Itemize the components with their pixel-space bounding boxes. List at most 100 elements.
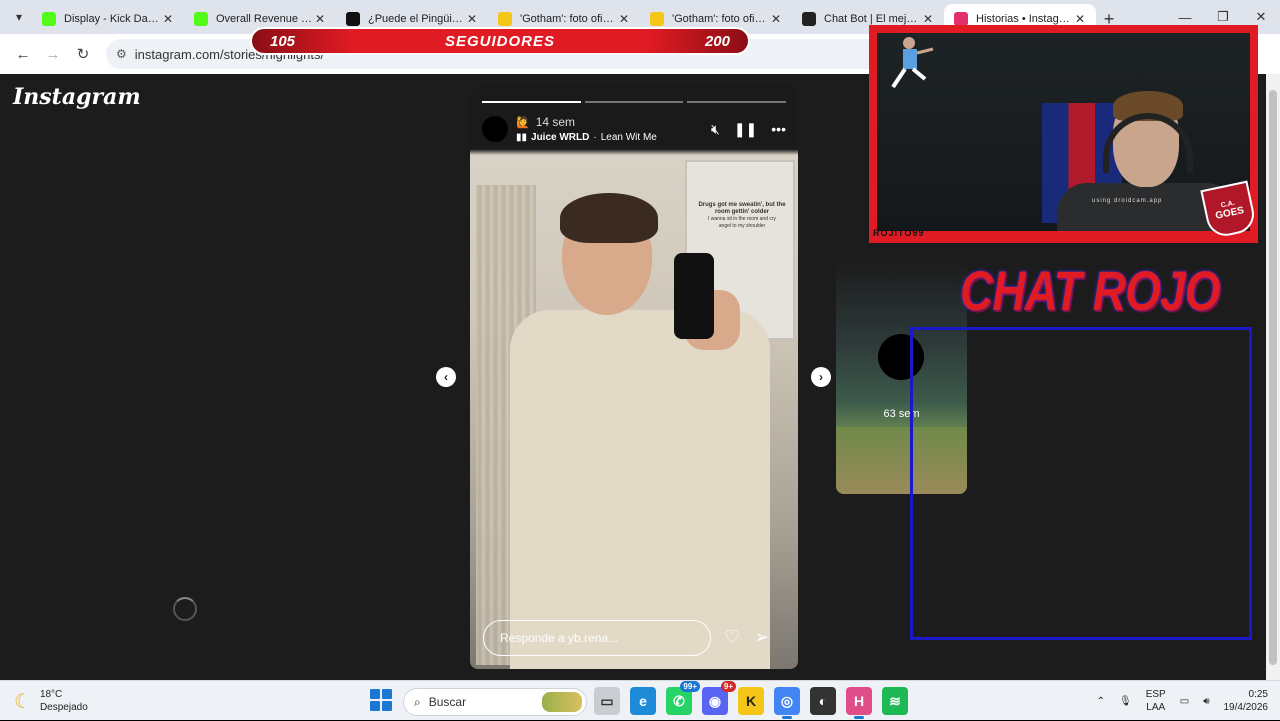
windows-start-icon[interactable] [370,689,392,711]
language-indicator[interactable]: ESP LAA [1146,688,1166,714]
discord-icon[interactable]: ◉ 9+ [702,681,736,715]
followers-goal: 200 [704,32,730,50]
weather-temp: 18°C [39,689,63,700]
music-bars-icon: ▮▮ [516,132,528,143]
story-avatar[interactable] [482,116,508,142]
tab-title: Overall Revenue - Ki [216,13,312,25]
botrix-icon [802,12,816,26]
followers-goal-banner: 105 SEGUIDORES 200 [250,27,750,55]
story-header: 🙋 14 sem ▮▮ Juice WRLD · Lean Wit Me 🔇︎ … [482,114,786,144]
story-time: 14 sem [535,115,576,129]
forward-icon[interactable]: → [38,39,68,69]
app-k-icon[interactable]: K [738,687,764,715]
weather-desc: Despejado [39,702,88,713]
share-send-icon[interactable]: ➢ [754,627,769,648]
discord-badge: 9+ [720,681,736,692]
more-options-icon[interactable]: ••• [771,121,786,137]
reload-icon[interactable]: ↻ [68,39,98,69]
close-tab-icon[interactable]: ✕ [312,12,328,26]
chat-title: CHAT ROJO [960,259,1220,322]
tab-title: 'Gotham': foto oficial [520,13,616,25]
system-tray: ⌃ 🎙︎ ESP LAA ▭ 🔊︎ 0:25 19/4/2026 [1097,681,1280,721]
close-tab-icon[interactable]: ✕ [464,12,480,26]
search-placeholder: Buscar [428,695,467,709]
next-story-button[interactable]: › [811,367,831,387]
instagram-logo[interactable]: Instagram [13,84,141,110]
cam-watermark: using droidcam.app [1092,198,1163,204]
close-tab-icon[interactable]: ✕ [160,12,176,26]
whatsapp-badge: 99+ [680,681,700,692]
previous-story-button[interactable]: ‹ [436,367,456,387]
tab-title: Historias • Instagram [976,13,1072,25]
story-emoji: 🙋 [516,116,530,129]
obs-icon[interactable]: ◐ [810,687,836,715]
cabinet-sticker-line-1: Drugs got me sweatin', but the room gett… [698,202,786,215]
search-icon: ⌕ [414,694,421,709]
followers-label: SEGUIDORES [444,32,556,50]
scrollbar-thumb[interactable] [1269,90,1277,665]
progress-segment [482,101,581,103]
network-icon[interactable]: ▭ [1180,696,1189,707]
story-viewer[interactable]: Drugs got me sweatin', but the room gett… [470,85,798,669]
like-heart-icon[interactable]: ♡ [724,627,740,648]
lang-secondary: LAA [1146,702,1166,713]
volume-icon[interactable]: 🔊︎ [1203,696,1209,707]
windows-taskbar: ☾ 18°C Despejado ⌕ Buscar ▭ e ✆ 99+ ◉ 9+ K… [0,680,1280,720]
phone [674,253,714,339]
music-song: Lean Wit Me [600,132,657,143]
reply-input[interactable]: Responde a yb.rena... [483,620,711,656]
cabinet-sticker-line-3: angel to my shoulder [718,223,766,229]
tab-title: Chat Bot | El mejor s [824,13,920,25]
person-shirt [510,310,770,669]
task-view-icon[interactable]: ▭ [594,687,620,715]
tab-title: Display - Kick Dashb [64,13,160,25]
kick-icon [194,12,208,26]
story-progress [482,101,787,103]
star-icon [498,12,512,26]
instagram-icon [954,12,968,26]
webcam-frame: using droidcam.app ROJITO99 C.A. GOES [869,25,1258,243]
kick-icon [42,12,56,26]
mute-icon[interactable]: 🔇︎ [711,121,720,138]
chat-box [910,327,1252,640]
taskbar-search[interactable]: ⌕ Buscar [403,688,587,716]
edge-icon[interactable]: e [630,687,656,715]
clock-time: 0:25 [1248,689,1268,700]
progress-segment [584,101,684,103]
app-h-icon[interactable]: H [846,687,872,719]
moon-icon: ☾ [14,690,32,713]
screenrant-icon [346,12,360,26]
badge-line-2: GOES [1214,205,1246,222]
microphone-icon[interactable]: 🎙︎ [1119,696,1132,707]
person-hair [560,193,658,243]
system-clock[interactable]: 0:25 19/4/2026 [1224,688,1269,714]
player-figure-icon [891,37,934,89]
back-icon[interactable]: ← [8,39,38,69]
story-music[interactable]: ▮▮ Juice WRLD · Lean Wit Me [516,132,711,143]
close-tab-icon[interactable]: ✕ [920,12,936,26]
streamer-name: ROJITO99 [873,228,925,238]
tab-search-menu-icon[interactable]: ▾ [6,4,32,30]
lang-primary: ESP [1145,689,1166,700]
site-info-icon[interactable]: ⚙ [116,47,127,61]
pause-icon[interactable]: ❚❚ [734,121,757,138]
chrome-icon[interactable]: ◎ [774,687,800,719]
clock-date: 19/4/2026 [1223,702,1269,713]
whatsapp-icon[interactable]: ✆ 99+ [666,681,700,715]
close-tab-icon[interactable]: ✕ [616,12,632,26]
loading-spinner [173,597,197,621]
followers-current: 105 [270,32,296,50]
webcam-feed: using droidcam.app [877,33,1250,231]
tray-chevron-icon[interactable]: ⌃ [1097,696,1105,707]
browser-tab[interactable]: Display - Kick Dashb ✕ [32,4,184,34]
page-scrollbar[interactable] [1266,74,1280,680]
spotify-icon[interactable]: ≋ [882,687,908,715]
tab-title: 'Gotham': foto oficial [672,13,768,25]
cabinet-sticker-line-2: I wanna sit in the room and cry [707,216,777,222]
search-highlight-image [542,692,582,712]
close-tab-icon[interactable]: ✕ [1072,12,1088,26]
tab-title: ¿Puede el Pingüino c [368,13,464,25]
weather-widget[interactable]: ☾ 18°C Despejado [14,688,88,714]
close-tab-icon[interactable]: ✕ [768,12,784,26]
progress-segment [687,101,787,103]
